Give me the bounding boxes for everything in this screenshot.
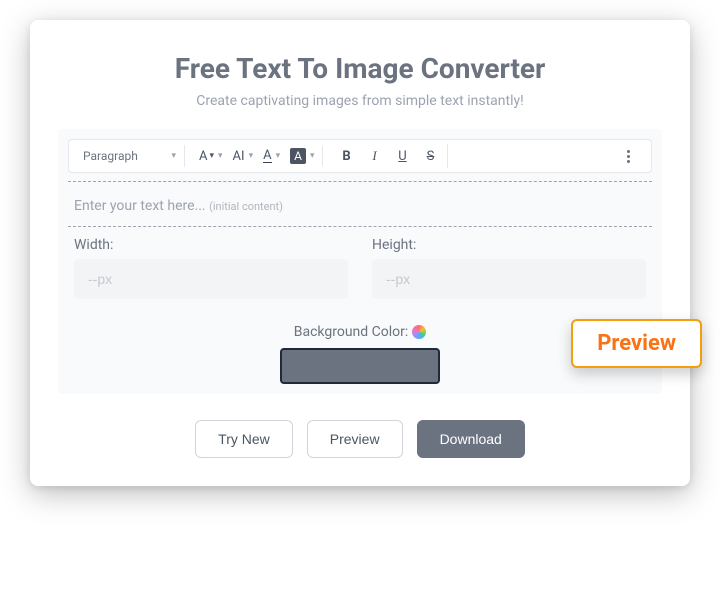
separator	[68, 181, 652, 182]
font-family-dropdown[interactable]: A▾ ▾	[195, 147, 227, 166]
text-editor-area[interactable]: Enter your text here... (initial content…	[68, 188, 652, 220]
more-group	[611, 144, 645, 168]
chevron-down-icon: ▾	[218, 151, 223, 161]
width-input[interactable]	[74, 259, 348, 299]
download-button[interactable]: Download	[417, 420, 525, 458]
page-subtitle: Create captivating images from simple te…	[58, 93, 662, 109]
try-new-button[interactable]: Try New	[195, 420, 293, 458]
block-format-label: Paragraph	[83, 149, 138, 163]
highlight-color-dropdown[interactable]: A ▾	[286, 146, 318, 166]
underline-button[interactable]: U	[389, 144, 415, 168]
background-label: Background Color:	[294, 324, 409, 340]
font-color-dropdown[interactable]: A ▾	[259, 147, 284, 165]
strikethrough-button[interactable]: S	[417, 144, 443, 168]
italic-button[interactable]: I	[361, 144, 387, 168]
height-label: Height:	[372, 237, 646, 253]
dimensions-row: Width: Height:	[68, 237, 652, 299]
more-options-button[interactable]	[615, 144, 641, 168]
font-group: A▾ ▾ AI ▾ A ▾ A ▾	[191, 146, 323, 166]
background-section: Background Color:	[68, 321, 652, 384]
width-column: Width:	[74, 237, 348, 299]
width-label: Width:	[74, 237, 348, 253]
block-format-select[interactable]: Paragraph ▾	[75, 145, 185, 167]
editor-placeholder: Enter your text here...	[74, 198, 206, 214]
bold-button[interactable]: B	[333, 144, 359, 168]
more-icon	[618, 150, 638, 163]
preview-button[interactable]: Preview	[307, 420, 403, 458]
color-wheel-icon	[412, 325, 426, 339]
preview-badge: Preview	[571, 319, 702, 368]
height-column: Height:	[372, 237, 646, 299]
format-group: B I U S	[329, 144, 448, 168]
chevron-down-icon: ▾	[249, 151, 254, 161]
height-input[interactable]	[372, 259, 646, 299]
separator	[68, 226, 652, 227]
chevron-down-icon: ▾	[310, 151, 315, 161]
editor-toolbar: Paragraph ▾ A▾ ▾ AI ▾ A ▾ A ▾	[68, 139, 652, 173]
background-label-row: Background Color:	[294, 324, 427, 340]
chevron-down-icon: ▾	[171, 151, 176, 161]
font-size-dropdown[interactable]: AI ▾	[229, 147, 258, 166]
background-color-swatch[interactable]	[280, 348, 440, 384]
page-title: Free Text To Image Converter	[58, 52, 662, 85]
editor-placeholder-hint: (initial content)	[209, 200, 283, 213]
converter-card: Free Text To Image Converter Create capt…	[30, 20, 690, 486]
action-buttons: Try New Preview Download	[58, 420, 662, 458]
chevron-down-icon: ▾	[276, 151, 281, 161]
